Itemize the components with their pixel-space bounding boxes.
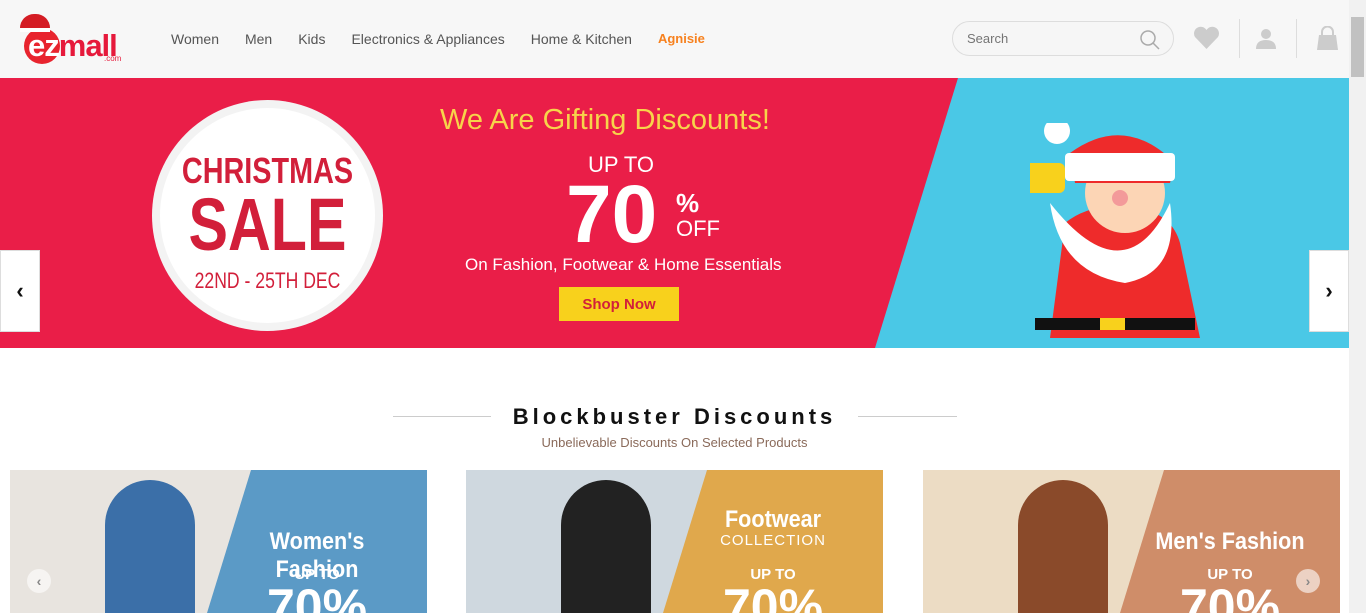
search-input[interactable]: [967, 31, 1127, 46]
card-title: Footwear: [724, 506, 822, 533]
hero-banner[interactable]: CHRISTMAS SALE 22ND - 25TH DEC We Are Gi…: [0, 78, 1349, 348]
logo[interactable]: ezmall .com: [16, 14, 126, 64]
nav-home-kitchen[interactable]: Home & Kitchen: [531, 31, 632, 47]
model-image: [105, 480, 195, 613]
logo-ez: ez: [28, 28, 60, 63]
card-footwear[interactable]: Footwear COLLECTION UP TO 70%: [466, 470, 883, 613]
search-icon[interactable]: [1139, 29, 1161, 51]
badge-line2: SALE: [188, 183, 347, 266]
main-nav: Women Men Kids Electronics & Appliances …: [171, 31, 731, 47]
scrollbar[interactable]: [1349, 0, 1366, 613]
logo-domain: .com: [104, 54, 122, 63]
model-image: [561, 480, 651, 613]
divider: [1296, 19, 1297, 58]
card-mens-fashion[interactable]: Men's Fashion UP TO 70%: [923, 470, 1340, 613]
heart-icon[interactable]: [1193, 26, 1220, 50]
nav-women[interactable]: Women: [171, 31, 219, 47]
section-subtitle: Unbelievable Discounts On Selected Produ…: [541, 435, 808, 450]
section-title: Blockbuster Discounts: [512, 404, 837, 429]
santa-illustration: [1030, 123, 1200, 338]
scrollbar-thumb[interactable]: [1351, 17, 1364, 77]
card-title: Men's Fashion: [1155, 528, 1305, 555]
bag-icon[interactable]: [1316, 26, 1339, 51]
nav-agnisie[interactable]: Agnisie: [658, 31, 705, 47]
banner-off: OFF: [676, 216, 720, 241]
banner-subtitle: On Fashion, Footwear & Home Essentials: [465, 255, 782, 274]
carousel-prev-arrow[interactable]: ‹: [27, 569, 51, 593]
banner-title: We Are Gifting Discounts!: [440, 104, 770, 136]
user-icon[interactable]: [1255, 27, 1277, 49]
nav-men[interactable]: Men: [245, 31, 272, 47]
banner-next-arrow[interactable]: ›: [1309, 250, 1349, 332]
christmas-sale-badge: CHRISTMAS SALE 22ND - 25TH DEC: [160, 108, 375, 323]
card-discount: 70%: [722, 579, 824, 613]
banner-prev-arrow[interactable]: ‹: [0, 250, 40, 332]
search-box: [952, 21, 1174, 56]
header: ezmall .com Women Men Kids Electronics &…: [0, 0, 1349, 78]
nav-electronics[interactable]: Electronics & Appliances: [351, 31, 504, 47]
nav-kids[interactable]: Kids: [298, 31, 325, 47]
banner-discount: 70: [566, 169, 658, 260]
divider: [1239, 19, 1240, 58]
card-womens-fashion[interactable]: Women's Fashion UP TO 70%: [10, 470, 427, 613]
model-image: [1018, 480, 1108, 613]
badge-dates: 22ND - 25TH DEC: [194, 268, 341, 293]
carousel-next-arrow[interactable]: ›: [1296, 569, 1320, 593]
card-subtitle: COLLECTION: [720, 532, 826, 549]
card-discount: 70%: [266, 579, 368, 613]
shop-now-button[interactable]: Shop Now: [559, 287, 679, 321]
banner-percent: %: [676, 188, 700, 218]
